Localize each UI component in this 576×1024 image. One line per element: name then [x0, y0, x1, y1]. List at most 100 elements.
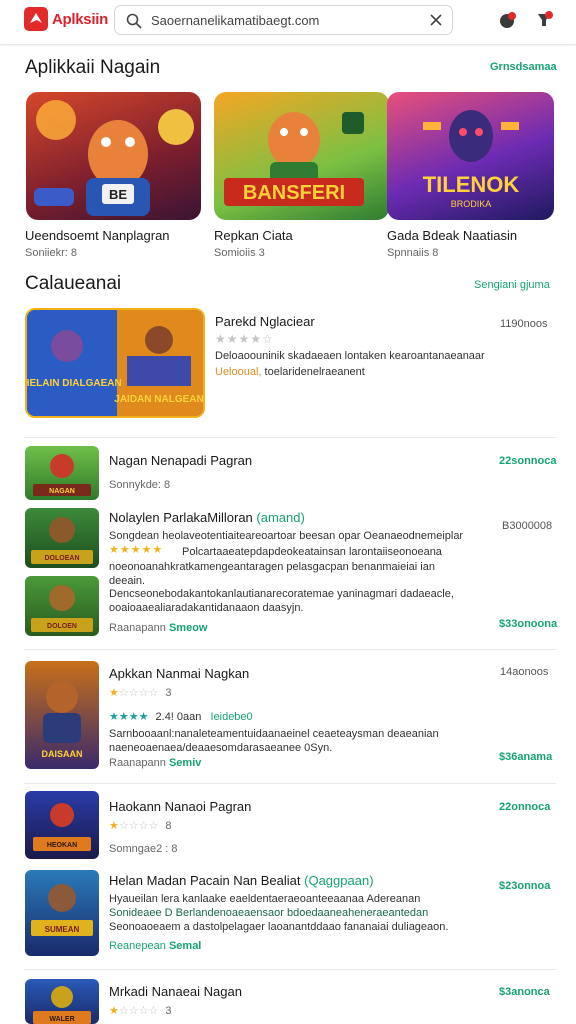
- list-item-6-price: $3anonca: [499, 986, 550, 998]
- card-badge: BE: [109, 187, 127, 202]
- list-item-5-tag: (Qaggpaan): [304, 873, 374, 888]
- list-item-2-title-text: Nolaylen ParlakaMilloran: [109, 510, 253, 525]
- featured-card-1-title: Ueendsoemt Nanplagran: [25, 228, 170, 243]
- star-icon: ☆☆☆☆: [118, 1005, 159, 1017]
- list-item-5-link-row: Reanepean Semal: [109, 940, 201, 952]
- list-item-3-link2[interactable]: Semiv: [169, 757, 201, 769]
- card-overlay-sub: BRODIKA: [451, 199, 492, 209]
- list-item-3-rating: ★☆☆☆☆ 3: [109, 686, 172, 699]
- divider: [24, 437, 556, 438]
- list-item-2-link2[interactable]: Smeow: [169, 622, 208, 634]
- list-item-5-link[interactable]: Reanepean: [109, 940, 166, 952]
- list-item-5-desc-1: Hyaueilan lera kanlaake eaeldentaeraeoan…: [109, 893, 421, 905]
- star-icon: ★: [109, 1005, 119, 1017]
- hero-stamp: 1190noos: [500, 318, 548, 330]
- list-item-5-desc-2: Sonideaee D Berlandenoaeaensaor bdoedaan…: [109, 907, 429, 919]
- list-item-2-desc-1: Songdean heolaveotentiaiteareoartoar bee…: [109, 530, 464, 542]
- list-item-2-stamp: B3000008: [502, 520, 553, 532]
- list-item-3-link[interactable]: Raanapann: [109, 757, 166, 769]
- list-item-2-desc-4: Dencseonebodakantokanlautianarecoratemae…: [109, 588, 454, 614]
- thumb-label: NAGAN: [49, 488, 75, 495]
- list-item-2-thumbnail[interactable]: DOLOEAN: [25, 508, 99, 568]
- game-art: NAGAN: [33, 454, 91, 496]
- card-overlay: BANSFERI: [243, 182, 345, 204]
- featured-card-1[interactable]: BE: [26, 92, 201, 220]
- list-item-5-price: $23onnoa: [499, 880, 551, 892]
- hero-desc: Deloaoouninik skadaeaen lontaken kearoan…: [215, 350, 485, 362]
- list-item-2-link-row: Raanapann Smeow: [109, 622, 207, 634]
- list-item-2-link[interactable]: Raanapann: [109, 622, 166, 634]
- star-icon: ★★★★☆: [215, 332, 274, 346]
- thumb-label: DOLOEN: [47, 623, 77, 630]
- hero-title: Parekd Nglaciear: [215, 314, 315, 329]
- star-icon: ★★★★★: [109, 544, 164, 556]
- hero-desc-rest: toelaridenelraeanent: [264, 366, 365, 378]
- search-value: Saoernanelikamatibaegt.com: [151, 13, 320, 28]
- thumb-label: SUMEAN: [45, 925, 80, 934]
- list-item-4-thumbnail[interactable]: HEOKAN: [25, 791, 99, 859]
- list-item-6-thumbnail[interactable]: WALER: [25, 979, 99, 1024]
- list-item-5-thumbnail[interactable]: SUMEAN: [25, 870, 99, 956]
- game-art: HELAIN DIALGAEAN JAIDAN NALGEAN: [27, 310, 203, 416]
- list-item-4-title: Haokann Nanaoi Pagran: [109, 799, 252, 814]
- see-all-link-2[interactable]: Sengiani gjuma: [474, 279, 550, 291]
- game-art: DOLOEAN: [31, 517, 93, 564]
- list-item-4-meta: 8: [165, 820, 172, 832]
- featured-card-3[interactable]: TILENOK BRODIKA: [387, 92, 554, 220]
- list-item-3-thumbnail[interactable]: DAISAAN: [25, 661, 99, 769]
- list-item-1-meta: Sonnykde: 8: [109, 479, 171, 491]
- list-item-6-meta: 3: [165, 1005, 172, 1017]
- featured-card-2[interactable]: BANSFERI: [214, 92, 389, 220]
- card-overlay: TILENOK: [423, 172, 520, 197]
- app-logo-icon[interactable]: [24, 7, 48, 31]
- list-item-2-desc-2: Polcartaaeatepdapdeokeatainsan larontaii…: [182, 546, 442, 558]
- list-item-5-link2[interactable]: Semal: [169, 940, 201, 952]
- see-all-link[interactable]: Grnsdsamaa: [490, 61, 557, 73]
- game-art: DOLOEN: [31, 585, 93, 632]
- list-item-5-desc-3: Seonoaoeaem a dastolpelagaer laoanantdda…: [109, 921, 449, 933]
- list-item-1-price: 22sonnoca: [499, 455, 557, 467]
- hero-thumbnail[interactable]: HELAIN DIALGAEAN JAIDAN NALGEAN: [25, 308, 205, 418]
- thumb-label: DAISAAN: [41, 749, 82, 759]
- list-item-3-rating-extra: Ieidebe0: [210, 711, 253, 723]
- search-icon: [126, 13, 142, 29]
- divider: [24, 783, 556, 784]
- notification-icon[interactable]: [498, 10, 518, 30]
- star-icon: ★★★★: [109, 711, 149, 723]
- section-title-categories: Calaueanai: [25, 273, 122, 294]
- download-icon[interactable]: [534, 10, 554, 30]
- list-item-1-thumbnail[interactable]: NAGAN: [25, 446, 99, 500]
- list-item-1-title: Nagan Nenapadi Pagran: [109, 453, 253, 468]
- list-item-2-price: $33onoona: [499, 618, 558, 630]
- list-item-4-sub: Somngae2 : 8: [109, 843, 178, 855]
- game-art: TILENOK BRODIKA: [423, 110, 520, 209]
- list-item-3-link-row: Raanapann Semiv: [109, 757, 201, 769]
- game-art: DAISAAN: [41, 681, 83, 759]
- list-item-3-meta: 3: [165, 687, 172, 699]
- list-item-2-desc-3: noeonoanahkratkamengeantaragen pelasgacp…: [109, 561, 435, 587]
- featured-card-2-sub: Somioiis 3: [214, 247, 265, 259]
- featured-card-3-title: Gada Bdeak Naatiasin: [387, 228, 518, 243]
- hero-desc-2: Uelooual, toelaridenelraeanent: [215, 366, 365, 378]
- list-item-2-title: Nolaylen ParlakaMilloran (amand): [109, 510, 305, 525]
- game-art: SUMEAN: [31, 884, 93, 936]
- divider: [24, 649, 556, 650]
- list-item-3-rating-2: ★★★★ 2.4! 0aan Ieidebe0: [109, 710, 253, 723]
- thumb-label: HEOKAN: [47, 842, 77, 849]
- list-item-2-thumbnail-2[interactable]: DOLOEN: [25, 576, 99, 636]
- featured-card-3-sub: Spnnaiis 8: [387, 247, 439, 259]
- star-icon: ★: [109, 820, 119, 832]
- brand-name: Aplksiin: [52, 11, 108, 28]
- list-item-6-rating: ★☆☆☆☆ 3: [109, 1004, 172, 1017]
- top-bar: Aplksiin Saoernanelikamatibaegt.com: [0, 0, 576, 44]
- list-item-3-desc-2: naeneoaenaea/deaaesomdarasaeanee 0Syn.: [109, 742, 333, 754]
- game-art: WALER: [33, 986, 91, 1024]
- list-item-3-stamp: 14aonoos: [500, 666, 549, 678]
- close-icon[interactable]: [429, 13, 443, 27]
- hero-desc-highlight: Uelooual,: [215, 366, 262, 378]
- game-art: BE: [34, 100, 194, 216]
- list-item-6-title: Mrkadi Nanaeai Nagan: [109, 984, 242, 999]
- search-input[interactable]: Saoernanelikamatibaegt.com: [114, 5, 453, 35]
- hero-art-left: HELAIN DIALGAEAN: [27, 378, 122, 389]
- list-item-3-rating-text: 2.4! 0aan: [155, 711, 202, 723]
